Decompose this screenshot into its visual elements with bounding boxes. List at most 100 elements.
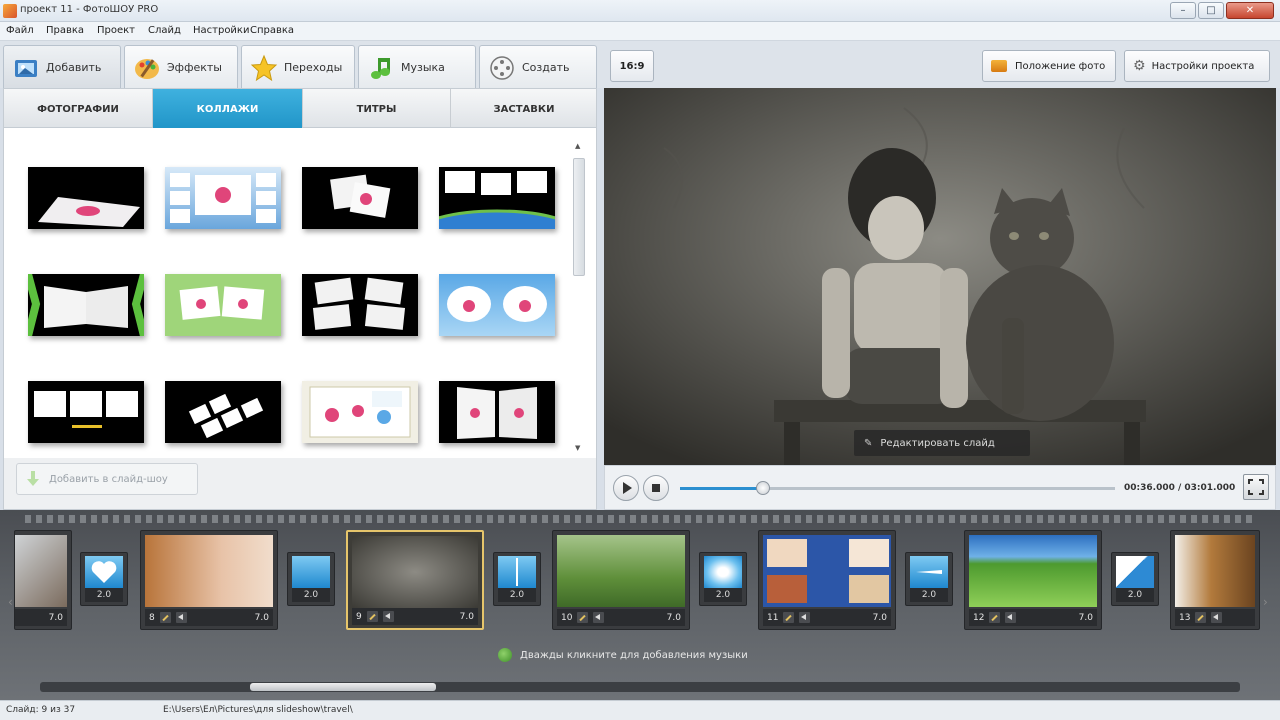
timeline-left-icon[interactable]: ‹ — [8, 595, 13, 609]
scroll-down-icon[interactable]: ▼ — [575, 444, 580, 452]
aspect-ratio-button[interactable]: 16:9 — [610, 50, 654, 82]
menu-file[interactable]: Файл — [6, 25, 34, 36]
collage-template[interactable] — [302, 167, 418, 229]
timeline-slide[interactable]: 8 7.0 — [140, 530, 278, 630]
collage-template[interactable] — [439, 381, 555, 443]
fullscreen-button[interactable] — [1243, 474, 1269, 500]
tab-add[interactable]: Добавить — [3, 45, 121, 89]
collage-template[interactable] — [28, 274, 144, 336]
transition-duration: 2.0 — [498, 588, 536, 602]
tab-label: Создать — [522, 61, 570, 74]
timeline-slide[interactable]: 12 7.0 — [964, 530, 1102, 630]
title-bar: проект 11 - ФотоШОУ PRO – □ ✕ — [0, 0, 1280, 22]
timeline-slide[interactable]: 11 7.0 — [758, 530, 896, 630]
tab-effects[interactable]: Эффекты — [124, 45, 238, 89]
sound-icon[interactable] — [799, 612, 811, 623]
fullscreen-icon — [1248, 479, 1264, 495]
edit-pencil-icon[interactable] — [1195, 612, 1207, 623]
film-sprockets — [25, 515, 1255, 523]
sound-icon[interactable] — [1005, 612, 1017, 623]
collage-template[interactable] — [439, 167, 555, 229]
timeline-transition[interactable]: 2.0 — [699, 552, 747, 606]
film-reel-icon — [488, 54, 516, 82]
music-track[interactable]: Дважды кликните для добавления музыки — [498, 648, 748, 662]
slide-counter: Слайд: 9 из 37 — [6, 705, 76, 715]
timeline-slide[interactable]: 7.0 — [14, 530, 72, 630]
timeline-scrollbar[interactable] — [40, 682, 1240, 692]
sound-icon[interactable] — [175, 612, 187, 623]
window-title: проект 11 - ФотоШОУ PRO — [20, 4, 159, 15]
seek-progress — [680, 487, 763, 490]
tab-transitions[interactable]: Переходы — [241, 45, 355, 89]
slide-duration: 7.0 — [48, 612, 63, 623]
collage-template[interactable] — [165, 381, 281, 443]
photo-position-button[interactable]: Положение фото — [982, 50, 1116, 82]
slide-preview[interactable] — [604, 88, 1276, 465]
sound-icon[interactable] — [1211, 612, 1223, 623]
slide-thumbnail — [352, 536, 478, 608]
timeline-transition[interactable]: 2.0 — [493, 552, 541, 606]
scrollbar-thumb[interactable] — [573, 158, 585, 276]
maximize-button[interactable]: □ — [1198, 2, 1224, 19]
scroll-up-icon[interactable]: ▲ — [575, 142, 580, 150]
slide-number: 10 — [561, 612, 573, 623]
current-path: E:\Users\Ел\Pictures\для slideshow\trave… — [163, 705, 353, 715]
timeline-slide[interactable]: 10 7.0 — [552, 530, 690, 630]
add-to-slideshow-button[interactable]: Добавить в слайд-шоу — [16, 463, 198, 495]
timeline-transition[interactable]: 2.0 — [905, 552, 953, 606]
menu-slide[interactable]: Слайд — [148, 25, 181, 36]
tab-create[interactable]: Создать — [479, 45, 597, 89]
timeline-slide-selected[interactable]: 9 7.0 — [346, 530, 484, 630]
heart-transition-icon — [85, 556, 123, 588]
edit-slide-button[interactable]: ✎ Редактировать слайд — [854, 430, 1030, 456]
transition-duration: 2.0 — [1116, 588, 1154, 602]
timeline-transition[interactable]: 2.0 — [1111, 552, 1159, 606]
edit-pencil-icon[interactable] — [989, 612, 1001, 623]
timeline-transition[interactable]: 2.0 — [287, 552, 335, 606]
timeline-transition[interactable]: 2.0 — [80, 552, 128, 606]
collage-template[interactable] — [165, 274, 281, 336]
play-button[interactable] — [613, 475, 639, 501]
tab-music[interactable]: Музыка — [358, 45, 476, 89]
collage-template[interactable] — [28, 381, 144, 443]
edit-slide-label: Редактировать слайд — [880, 437, 995, 449]
seek-bar[interactable] — [680, 481, 1115, 495]
download-arrow-icon — [27, 471, 39, 487]
sound-icon[interactable] — [382, 611, 394, 622]
project-settings-label: Настройки проекта — [1151, 60, 1255, 72]
menu-edit[interactable]: Правка — [46, 25, 84, 36]
collage-template[interactable] — [302, 274, 418, 336]
timeline-slide[interactable]: 13 — [1170, 530, 1260, 630]
add-to-slideshow-label: Добавить в слайд-шоу — [49, 473, 168, 485]
edit-pencil-icon[interactable] — [159, 612, 171, 623]
subtab-titles[interactable]: ТИТРЫ — [303, 89, 451, 129]
edit-pencil-icon[interactable] — [366, 611, 378, 622]
close-button[interactable]: ✕ — [1226, 2, 1274, 19]
collage-template[interactable] — [439, 274, 555, 336]
menu-project[interactable]: Проект — [97, 25, 135, 36]
menu-settings[interactable]: Настройки — [193, 25, 249, 36]
gallery-footer: Добавить в слайд-шоу — [3, 458, 597, 510]
slide-thumbnail — [557, 535, 685, 607]
effects-palette-icon — [133, 54, 161, 82]
subtab-photos[interactable]: ФОТОГРАФИИ — [4, 89, 153, 129]
timeline-right-icon[interactable]: › — [1263, 595, 1268, 609]
pencil-icon: ✎ — [864, 437, 873, 449]
gallery-scrollbar[interactable]: ▲ ▼ — [573, 142, 586, 452]
subtab-intros[interactable]: ЗАСТАВКИ — [451, 89, 597, 129]
sound-icon[interactable] — [593, 612, 605, 623]
project-settings-button[interactable]: ⚙ Настройки проекта — [1124, 50, 1270, 82]
edit-pencil-icon[interactable] — [577, 612, 589, 623]
minimize-button[interactable]: – — [1170, 2, 1196, 19]
seek-knob[interactable] — [755, 481, 770, 495]
stop-button[interactable] — [643, 475, 669, 501]
slide-thumbnail — [763, 535, 891, 607]
collage-template[interactable] — [28, 167, 144, 229]
collage-template[interactable] — [302, 381, 418, 443]
menu-help[interactable]: Справка — [250, 25, 294, 36]
timeline-scroll-thumb[interactable] — [250, 683, 436, 691]
subtab-collages[interactable]: КОЛЛАЖИ — [153, 89, 303, 130]
collage-template[interactable] — [165, 167, 281, 229]
edit-pencil-icon[interactable] — [783, 612, 795, 623]
burst-transition-icon — [704, 556, 742, 588]
